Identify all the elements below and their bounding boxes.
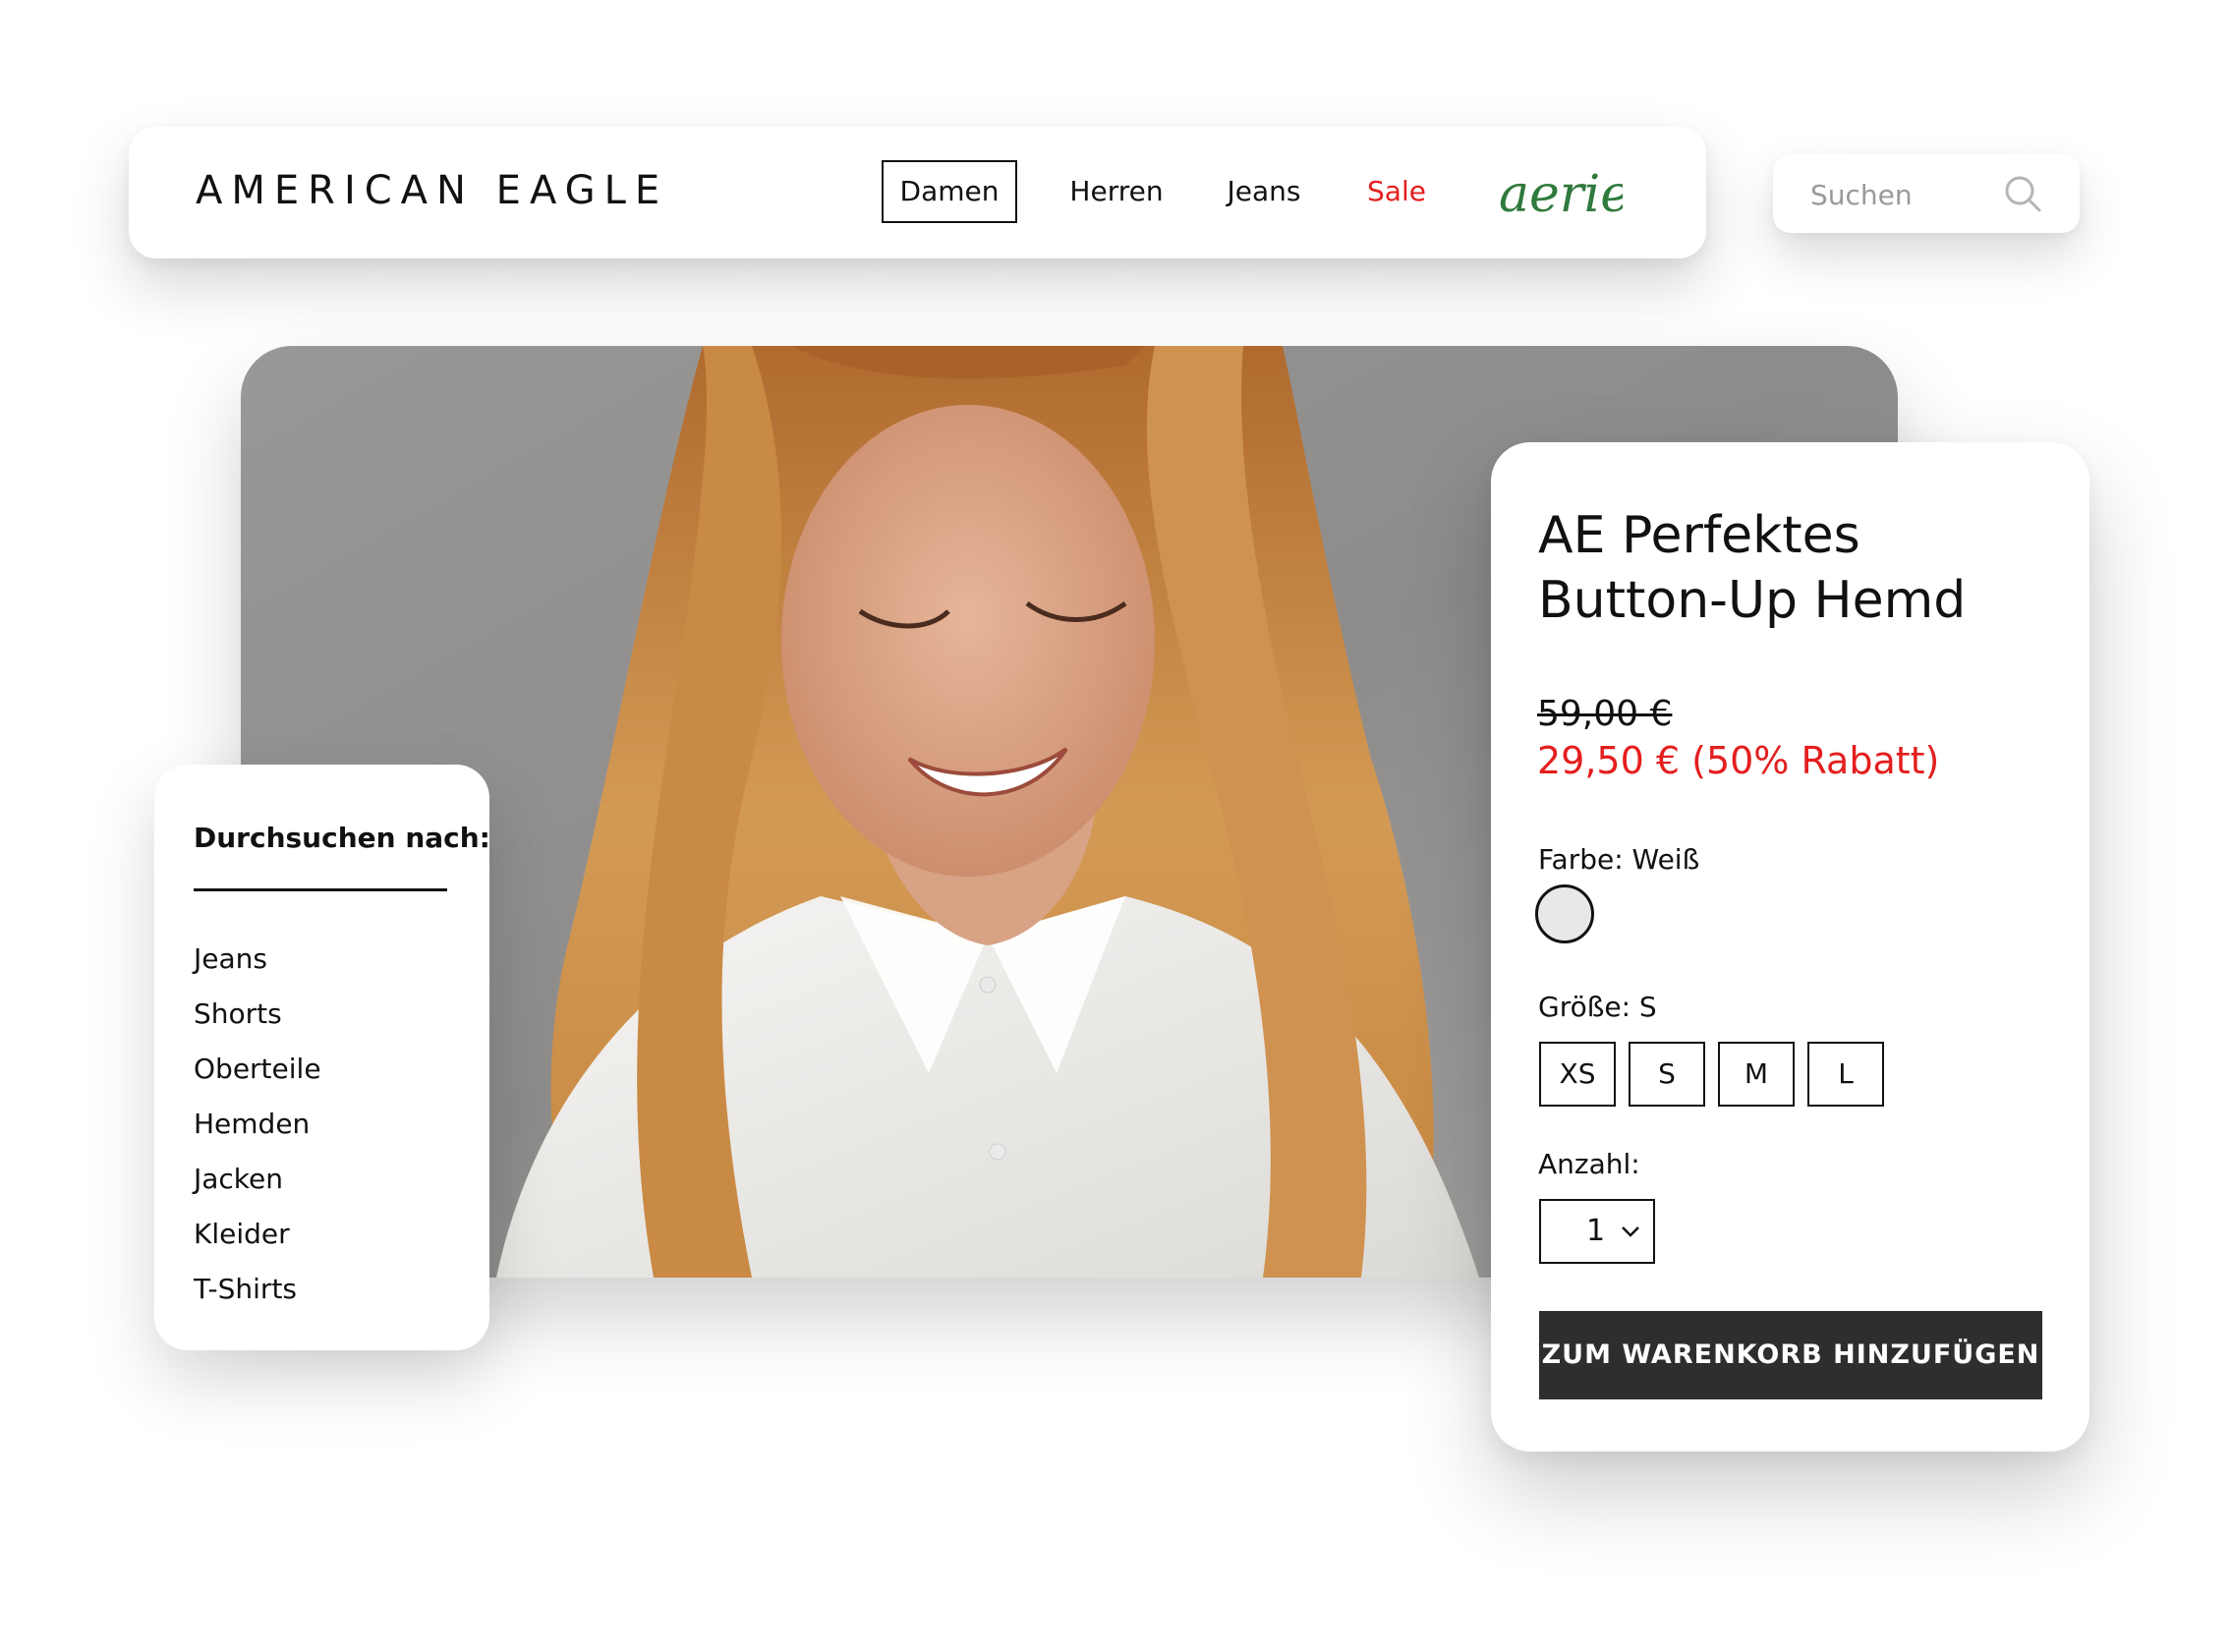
search-icon[interactable] — [2003, 174, 2042, 213]
browse-sidebar: Durchsuchen nach: Jeans Shorts Oberteile… — [154, 765, 490, 1350]
chevron-down-icon — [1622, 1226, 1639, 1237]
quantity-value: 1 — [1586, 1214, 1606, 1248]
aerie-logo-text: aerie — [1499, 165, 1623, 224]
sidebar-item-shorts[interactable]: Shorts — [194, 987, 321, 1042]
nav-item-jeans[interactable]: Jeans — [1205, 160, 1323, 223]
page: AMERICAN EAGLE Damen Herren Jeans Sale a… — [0, 0, 2231, 1652]
sidebar-item-jeans[interactable]: Jeans — [194, 932, 321, 987]
add-to-cart-button[interactable]: ZUM WARENKORB HINZUFÜGEN — [1539, 1311, 2042, 1399]
aerie-logo[interactable]: aerie — [1495, 148, 1623, 233]
sidebar-item-oberteile[interactable]: Oberteile — [194, 1042, 321, 1097]
product-title-line-1: AE Perfektes — [1538, 506, 1860, 565]
size-option-s[interactable]: S — [1629, 1042, 1705, 1107]
size-option-l[interactable]: L — [1807, 1042, 1884, 1107]
sidebar-item-kleider[interactable]: Kleider — [194, 1207, 321, 1262]
color-swatch-white[interactable] — [1535, 884, 1594, 943]
header-navbar: AMERICAN EAGLE Damen Herren Jeans Sale a… — [129, 127, 1706, 258]
nav-item-herren[interactable]: Herren — [1053, 160, 1180, 223]
original-price: 59,00 € — [1537, 694, 1673, 734]
quantity-select[interactable]: 1 — [1539, 1199, 1655, 1264]
sale-price: 29,50 € (50% Rabatt) — [1537, 739, 1940, 782]
nav-item-damen[interactable]: Damen — [882, 160, 1017, 223]
search-input[interactable] — [1808, 172, 1989, 217]
size-label: Größe: S — [1538, 991, 1657, 1023]
sidebar-title: Durchsuchen nach: — [194, 822, 490, 854]
sidebar-list: Jeans Shorts Oberteile Hemden Jacken Kle… — [194, 932, 321, 1317]
sidebar-item-t-shirts[interactable]: T-Shirts — [194, 1262, 321, 1317]
sidebar-item-jacken[interactable]: Jacken — [194, 1152, 321, 1207]
product-title-line-2: Button-Up Hemd — [1538, 571, 1967, 630]
brand-logo[interactable]: AMERICAN EAGLE — [196, 168, 668, 213]
search-box[interactable] — [1773, 154, 2080, 233]
color-label: Farbe: Weiß — [1538, 843, 1700, 876]
product-title: AE Perfektes Button-Up Hemd — [1538, 503, 2049, 633]
sidebar-item-hemden[interactable]: Hemden — [194, 1097, 321, 1152]
sidebar-divider — [194, 888, 447, 891]
product-card: AE Perfektes Button-Up Hemd 59,00 € 29,5… — [1491, 442, 2089, 1452]
quantity-label: Anzahl: — [1538, 1148, 1640, 1180]
nav-item-sale[interactable]: Sale — [1347, 160, 1446, 223]
size-option-xs[interactable]: XS — [1539, 1042, 1616, 1107]
size-option-m[interactable]: M — [1718, 1042, 1795, 1107]
